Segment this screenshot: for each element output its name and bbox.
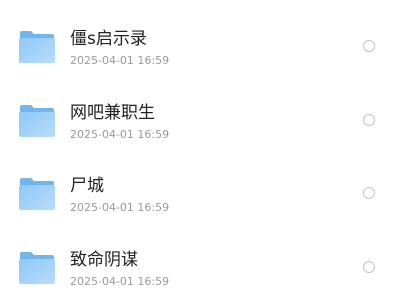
folder-icon	[19, 31, 55, 63]
folder-icon	[19, 252, 55, 284]
file-date: 2025-04-01 16:59	[70, 54, 170, 67]
select-radio[interactable]	[363, 40, 375, 52]
file-name: 僵s启示录	[70, 29, 147, 49]
file-name: 致命阴谋	[70, 250, 138, 270]
file-row[interactable]: 致命阴谋 2025-04-01 16:59	[0, 231, 400, 300]
file-date: 2025-04-01 16:59	[70, 128, 170, 141]
file-name: 尸城	[70, 176, 104, 196]
file-date: 2025-04-01 16:59	[70, 201, 170, 214]
select-radio[interactable]	[363, 187, 375, 199]
file-row[interactable]: 网吧兼职生 2025-04-01 16:59	[0, 84, 400, 157]
file-row[interactable]: 僵s启示录 2025-04-01 16:59	[0, 10, 400, 83]
select-radio[interactable]	[363, 261, 375, 273]
folder-icon	[19, 178, 55, 210]
file-list: 僵s启示录 2025-04-01 16:59 网吧兼职生 2025-04-01 …	[0, 0, 400, 300]
file-name: 网吧兼职生	[70, 103, 155, 123]
file-date: 2025-04-01 16:59	[70, 275, 170, 288]
file-row[interactable]: 尸城 2025-04-01 16:59	[0, 157, 400, 230]
select-radio[interactable]	[363, 114, 375, 126]
folder-icon	[19, 105, 55, 137]
